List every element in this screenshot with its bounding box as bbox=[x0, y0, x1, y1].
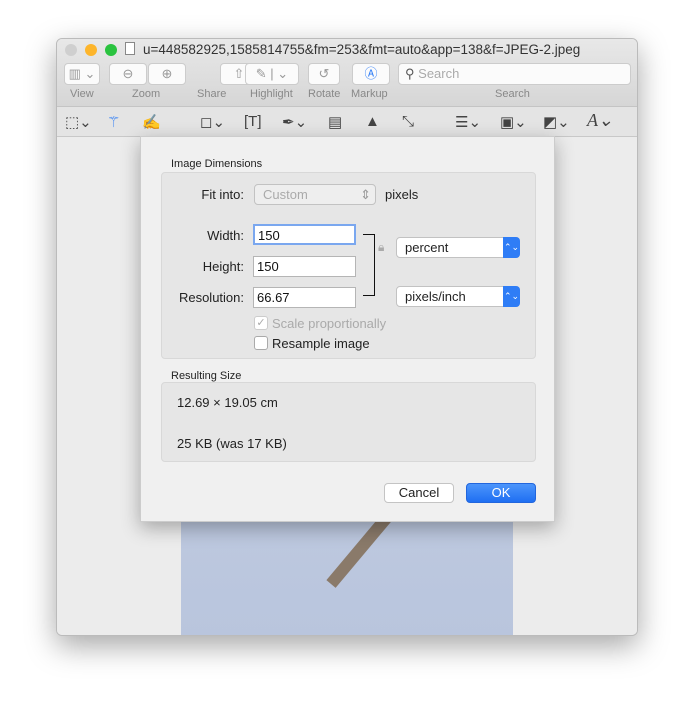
sketch-icon[interactable]: ✍ bbox=[142, 113, 161, 131]
minimize-button[interactable] bbox=[85, 44, 97, 56]
resulting-size-heading: Resulting Size bbox=[171, 370, 242, 382]
search-label: Search bbox=[495, 88, 530, 100]
text-style-icon[interactable]: A⌄ bbox=[587, 110, 613, 131]
resulting-file-size: 25 KB (was 17 KB) bbox=[177, 436, 287, 451]
resample-checkbox[interactable] bbox=[254, 336, 268, 350]
share-label: Share bbox=[197, 88, 227, 100]
zoom-window-button[interactable] bbox=[105, 44, 117, 56]
note-icon[interactable]: ▤ bbox=[328, 113, 342, 131]
proportion-bracket bbox=[363, 234, 375, 296]
view-label: View bbox=[70, 88, 94, 100]
search-icon: ⚲ bbox=[405, 66, 415, 81]
zoom-out-button[interactable]: ⊖ bbox=[109, 63, 147, 85]
text-tool-icon[interactable]: [T] bbox=[244, 113, 262, 130]
highlight-label: Highlight bbox=[250, 88, 293, 100]
document-icon bbox=[125, 42, 135, 55]
adjust-color-icon[interactable]: ▲ bbox=[365, 113, 380, 130]
width-input[interactable]: 150 bbox=[253, 224, 356, 245]
cancel-button[interactable]: Cancel bbox=[384, 483, 454, 503]
resolution-input[interactable]: 66.67 bbox=[253, 287, 356, 308]
height-label: Height: bbox=[202, 259, 244, 274]
lock-icon[interactable]: 🔒︎ bbox=[378, 240, 384, 255]
shapes-icon[interactable]: ◻⌄ bbox=[200, 113, 225, 131]
scale-proportionally-label: Scale proportionally bbox=[272, 316, 387, 331]
window-title: u=448582925,1585814755&fm=253&fmt=auto&a… bbox=[143, 42, 581, 57]
title-bar: u=448582925,1585814755&fm=253&fmt=auto&a… bbox=[57, 39, 637, 107]
fill-color-icon[interactable]: ◩⌄ bbox=[543, 113, 570, 131]
fit-into-label: Fit into: bbox=[201, 187, 244, 202]
resolution-label: Resolution: bbox=[178, 290, 244, 305]
height-input[interactable]: 150 bbox=[253, 256, 356, 277]
size-unit-select[interactable]: percent ⌃⌄ bbox=[396, 237, 520, 258]
zoom-in-button[interactable]: ⊕ bbox=[148, 63, 186, 85]
width-label: Width: bbox=[207, 228, 244, 243]
markup-toolbar: ⬚⌄ ⚚ ✍ ◻⌄ [T] ✒⌄ ▤ ▲ ⤡ ☰⌄ ▣⌄ ◩⌄ A⌄ bbox=[57, 107, 637, 137]
rotate-button[interactable]: ↺ bbox=[308, 63, 340, 85]
search-input[interactable]: ⚲ Search bbox=[398, 63, 631, 85]
selection-tool-icon[interactable]: ⬚⌄ bbox=[65, 113, 92, 131]
resolution-unit-select[interactable]: pixels/inch ⌃⌄ bbox=[396, 286, 520, 307]
rotate-label: Rotate bbox=[308, 88, 341, 100]
adjust-size-icon[interactable]: ⤡ bbox=[402, 113, 414, 130]
image-dimensions-heading: Image Dimensions bbox=[171, 158, 263, 170]
highlight-button[interactable]: ✎ | ⌄ bbox=[245, 63, 299, 85]
zoom-label: Zoom bbox=[132, 88, 161, 100]
view-button[interactable]: ▥ ⌄ bbox=[64, 63, 100, 85]
markup-button[interactable]: Ⓐ bbox=[352, 63, 390, 85]
fit-into-select[interactable]: Custom ⇕ bbox=[254, 184, 376, 205]
instant-alpha-icon[interactable]: ⚚ bbox=[107, 113, 120, 131]
markup-label: Markup bbox=[351, 88, 388, 100]
scale-proportionally-checkbox[interactable]: ✓ bbox=[254, 316, 268, 330]
close-button[interactable] bbox=[65, 44, 77, 56]
fit-into-unit: pixels bbox=[385, 187, 419, 202]
ok-button[interactable]: OK bbox=[466, 483, 536, 503]
line-style-icon[interactable]: ☰⌄ bbox=[455, 113, 481, 131]
resample-label: Resample image bbox=[272, 336, 370, 351]
resulting-dimensions: 12.69 × 19.05 cm bbox=[177, 395, 278, 410]
adjust-size-dialog: Image Dimensions Fit into: Custom ⇕ pixel… bbox=[140, 136, 555, 522]
sign-icon[interactable]: ✒⌄ bbox=[282, 113, 307, 131]
border-color-icon[interactable]: ▣⌄ bbox=[500, 113, 527, 131]
